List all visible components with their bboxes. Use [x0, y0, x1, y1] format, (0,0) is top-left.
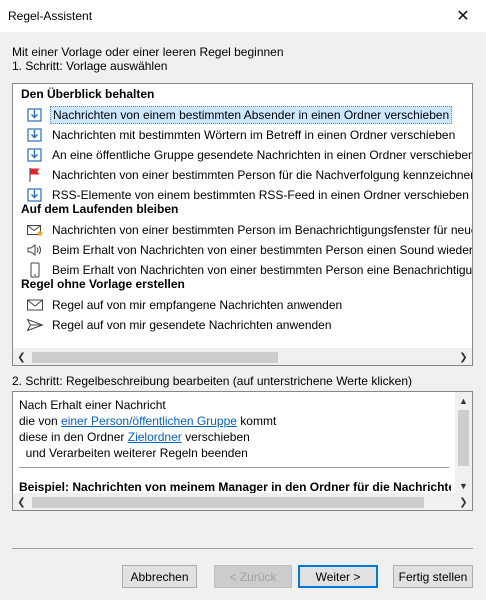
close-icon: ✕	[456, 8, 470, 25]
scroll-right-button[interactable]: ❯	[455, 494, 472, 510]
example-text: Beispiel: Nachrichten von meinem Manager…	[19, 480, 451, 494]
next-button[interactable]: Weiter >	[298, 565, 378, 588]
move-to-folder-icon	[27, 127, 42, 142]
red-flag-icon	[29, 167, 40, 182]
move-to-folder-icon	[27, 147, 42, 162]
template-item-label: Nachrichten mit bestimmten Wörtern im Be…	[52, 127, 456, 142]
template-item-received-rule[interactable]: Regel auf von mir empfangene Nachrichten…	[20, 295, 472, 314]
description-separator	[19, 467, 449, 468]
template-item-label: Beim Erhalt von Nachrichten von einer be…	[52, 262, 472, 277]
group-header-stay-updated: Auf dem Laufenden bleiben	[21, 202, 179, 216]
scroll-right-button[interactable]: ❯	[455, 349, 472, 365]
envelope-star-icon	[27, 224, 44, 236]
chevron-up-icon: ▲	[459, 395, 468, 406]
scroll-left-button[interactable]: ❮	[13, 494, 30, 510]
chevron-right-icon: ❯	[459, 352, 468, 363]
template-list[interactable]: Den Überblick behalten Nachrichten von e…	[12, 83, 473, 366]
template-item-label: RSS-Elemente von einem bestimmten RSS-Fe…	[52, 187, 469, 202]
template-item-label: Nachrichten von einem bestimmten Absende…	[50, 105, 453, 124]
intro: Mit einer Vorlage oder einer leeren Rege…	[12, 45, 284, 73]
title-bar: Regel-Assistent ✕	[0, 0, 486, 32]
scroll-up-button[interactable]: ▲	[455, 392, 472, 409]
chevron-left-icon: ❮	[17, 352, 26, 363]
rule-line-from: die von einer Person/öffentlichen Gruppe…	[19, 413, 276, 429]
rule-text: verschieben	[181, 430, 250, 444]
cancel-button[interactable]: Abbrechen	[122, 565, 197, 588]
rule-description-text: Nach Erhalt einer Nachricht die von eine…	[19, 397, 276, 461]
scroll-left-button[interactable]: ❮	[13, 349, 30, 365]
description-horizontal-scrollbar[interactable]: ❮ ❯	[13, 493, 472, 510]
rule-text: die von	[19, 414, 62, 428]
description-vertical-scrollbar[interactable]: ▲ ▼	[455, 392, 472, 494]
template-item-sent-rule[interactable]: Regel auf von mir gesendete Nachrichten …	[20, 315, 472, 334]
finish-button[interactable]: Fertig stellen	[393, 565, 473, 588]
rule-line-condition: Nach Erhalt einer Nachricht	[19, 398, 166, 412]
group-header-overview: Den Überblick behalten	[21, 87, 155, 101]
template-item-label: Regel auf von mir gesendete Nachrichten …	[52, 317, 332, 332]
chevron-right-icon: ❯	[459, 497, 468, 508]
template-item-move-sender[interactable]: Nachrichten von einem bestimmten Absende…	[20, 105, 472, 124]
move-to-folder-icon	[27, 107, 42, 122]
close-button[interactable]: ✕	[440, 0, 486, 32]
mobile-phone-icon	[30, 262, 40, 277]
template-item-play-sound[interactable]: Beim Erhalt von Nachrichten von einer be…	[20, 240, 472, 259]
template-list-horizontal-scrollbar[interactable]: ❮ ❯	[13, 348, 472, 365]
rule-text: kommt	[236, 414, 277, 428]
target-folder-link[interactable]: Zielordner	[128, 430, 182, 444]
rule-description: Nach Erhalt einer Nachricht die von eine…	[12, 391, 473, 511]
back-button[interactable]: < Zurück	[214, 565, 292, 588]
envelope-icon	[27, 299, 43, 310]
template-item-alert-window[interactable]: Nachrichten von einer bestimmten Person …	[20, 220, 472, 239]
person-group-link[interactable]: einer Person/öffentlichen Gruppe	[61, 414, 237, 428]
template-item-flag-person[interactable]: Nachrichten von einer bestimmten Person …	[20, 165, 472, 184]
rule-line-stop: und Verarbeiten weiterer Regeln beenden	[19, 446, 248, 460]
template-list-content: Den Überblick behalten Nachrichten von e…	[13, 84, 472, 349]
template-item-label: Regel auf von mir empfangene Nachrichten…	[52, 297, 343, 312]
template-item-label: An eine öffentliche Gruppe gesendete Nac…	[52, 147, 472, 162]
scrollbar-thumb[interactable]	[458, 410, 469, 466]
template-item-label: Beim Erhalt von Nachrichten von einer be…	[52, 242, 472, 257]
step2-label: 2. Schritt: Regelbeschreibung bearbeiten…	[12, 374, 412, 388]
chevron-down-icon: ▼	[459, 480, 468, 491]
rule-line-move: diese in den Ordner Zielordner verschieb…	[19, 429, 276, 445]
send-icon	[27, 318, 43, 331]
rule-text: diese in den Ordner	[19, 430, 128, 444]
intro-heading: Mit einer Vorlage oder einer leeren Rege…	[12, 45, 284, 59]
scrollbar-thumb[interactable]	[32, 497, 424, 508]
scrollbar-thumb[interactable]	[32, 352, 278, 363]
template-item-label: Nachrichten von einer bestimmten Person …	[52, 167, 472, 182]
speaker-icon	[27, 243, 41, 256]
group-header-blank-rule: Regel ohne Vorlage erstellen	[21, 277, 185, 291]
template-item-move-public-group[interactable]: An eine öffentliche Gruppe gesendete Nac…	[20, 145, 472, 164]
template-item-move-subject[interactable]: Nachrichten mit bestimmten Wörtern im Be…	[20, 125, 472, 144]
step1-label: 1. Schritt: Vorlage auswählen	[12, 59, 168, 73]
footer-divider	[12, 548, 473, 549]
chevron-left-icon: ❮	[17, 497, 26, 508]
window-title: Regel-Assistent	[8, 9, 93, 23]
move-to-folder-icon	[27, 187, 42, 202]
scroll-down-button[interactable]: ▼	[455, 477, 472, 494]
template-item-label: Nachrichten von einer bestimmten Person …	[52, 222, 472, 237]
